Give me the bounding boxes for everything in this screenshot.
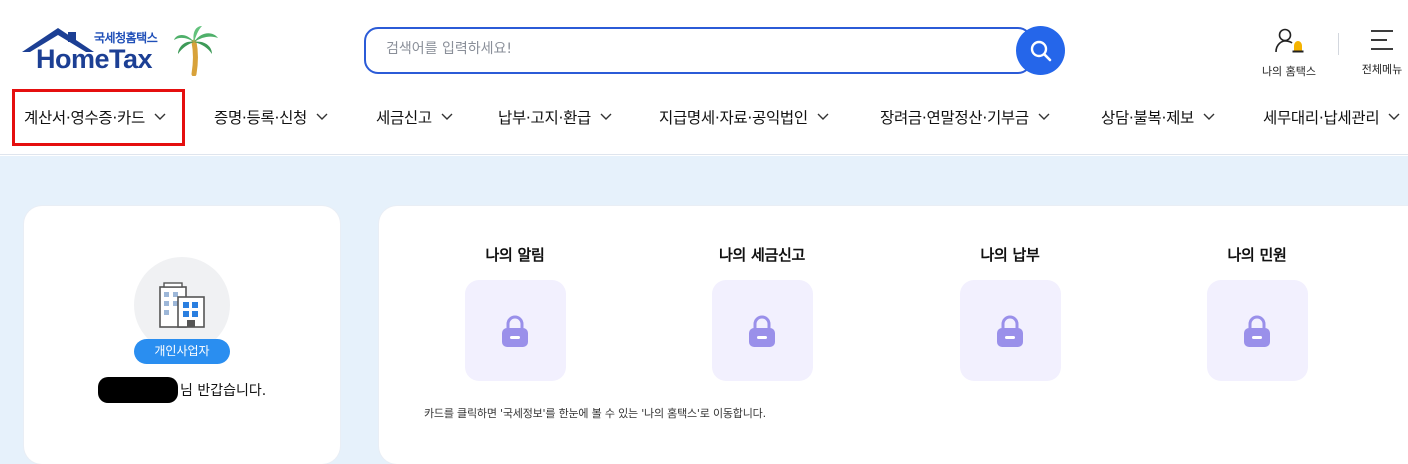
chevron-down-icon <box>1203 113 1215 120</box>
user-type-badge: 개인사업자 <box>134 339 230 364</box>
nav-item-tax-filing[interactable]: 세금신고 <box>376 94 453 140</box>
lock-icon <box>502 315 528 347</box>
nav-item-consultation[interactable]: 상담·불복·제보 <box>1101 94 1215 140</box>
tile-box <box>711 280 813 381</box>
tile-title: 나의 민원 <box>1227 246 1287 264</box>
tile-title: 나의 알림 <box>485 246 545 264</box>
tile-my-tax-filing[interactable]: 나의 세금신고 <box>662 244 862 381</box>
profile-card: 개인사업자 님 반갑습니다. <box>24 206 340 464</box>
nav-item-label: 상담·불복·제보 <box>1101 109 1195 127</box>
chevron-down-icon <box>817 113 829 120</box>
user-bell-icon <box>1275 28 1304 53</box>
tile-box <box>959 280 1061 381</box>
search-button[interactable] <box>1016 26 1065 75</box>
nav-item-label: 지급명세·자료·공익법인 <box>659 109 808 127</box>
chevron-down-icon <box>316 113 328 120</box>
nav-item-tax-agent[interactable]: 세무대리·납세관리 <box>1263 94 1400 140</box>
nav-item-label: 증명·등록·신청 <box>214 109 308 127</box>
tile-title: 나의 납부 <box>980 246 1040 264</box>
search-input[interactable] <box>386 41 986 57</box>
palm-tree-icon <box>174 26 218 76</box>
header: 국세청홈택스 HomeTax 나의 홈택스 <box>0 0 1408 155</box>
tile-my-notifications[interactable]: 나의 알림 <box>415 244 615 381</box>
logo-name: HomeTax <box>36 44 153 74</box>
greeting: 님 반갑습니다. <box>98 377 266 403</box>
chevron-down-icon <box>441 113 453 120</box>
chevron-down-icon <box>600 113 612 120</box>
nav-item-statements[interactable]: 지급명세·자료·공익법인 <box>659 94 829 140</box>
all-menu-label: 전체메뉴 <box>1361 63 1403 76</box>
nav-item-incentives[interactable]: 장려금·연말정산·기부금 <box>880 94 1050 140</box>
greeting-text: 님 반갑습니다. <box>180 383 267 399</box>
dashboard-note: 카드를 클릭하면 '국세정보'를 한눈에 볼 수 있는 '나의 홈택스'로 이동… <box>424 407 766 420</box>
utility-divider <box>1338 33 1339 55</box>
chevron-down-icon <box>1388 113 1400 120</box>
all-menu-button[interactable]: 전체메뉴 <box>1352 28 1408 77</box>
search-box <box>364 27 1032 74</box>
lock-icon <box>997 315 1023 347</box>
tile-my-civil-petitions[interactable]: 나의 민원 <box>1157 244 1357 381</box>
my-hometax-button[interactable]: 나의 홈택스 <box>1254 28 1324 79</box>
nav-item-label: 장려금·연말정산·기부금 <box>880 109 1029 127</box>
nav-item-label: 납부·고지·환급 <box>498 109 592 127</box>
hamburger-menu-icon <box>1371 30 1393 50</box>
redacted-username <box>98 377 178 403</box>
building-icon <box>159 282 205 328</box>
dashboard-card: 나의 알림 나의 세금신고 나의 납부 나의 민원 카드를 클릭하면 '국세정보… <box>379 206 1408 464</box>
my-hometax-label: 나의 홈택스 <box>1261 65 1317 78</box>
nav-highlight-box <box>12 89 185 146</box>
hometax-logo[interactable]: 국세청홈택스 HomeTax <box>22 22 222 82</box>
nav-item-label: 세금신고 <box>376 109 432 127</box>
lock-icon <box>1244 315 1270 347</box>
tile-box <box>1206 280 1308 381</box>
main-nav: 계산서·영수증·카드 증명·등록·신청 세금신고 납부·고지·환급 지급명세·자… <box>0 94 1408 140</box>
tile-box <box>464 280 566 381</box>
lock-icon <box>749 315 775 347</box>
nav-item-certificates[interactable]: 증명·등록·신청 <box>214 94 328 140</box>
nav-item-label: 세무대리·납세관리 <box>1263 109 1380 127</box>
nav-item-payment[interactable]: 납부·고지·환급 <box>498 94 612 140</box>
chevron-down-icon <box>1038 113 1050 120</box>
tile-title: 나의 세금신고 <box>719 246 805 264</box>
tile-my-payment[interactable]: 나의 납부 <box>910 244 1110 381</box>
search-icon <box>1030 40 1051 61</box>
